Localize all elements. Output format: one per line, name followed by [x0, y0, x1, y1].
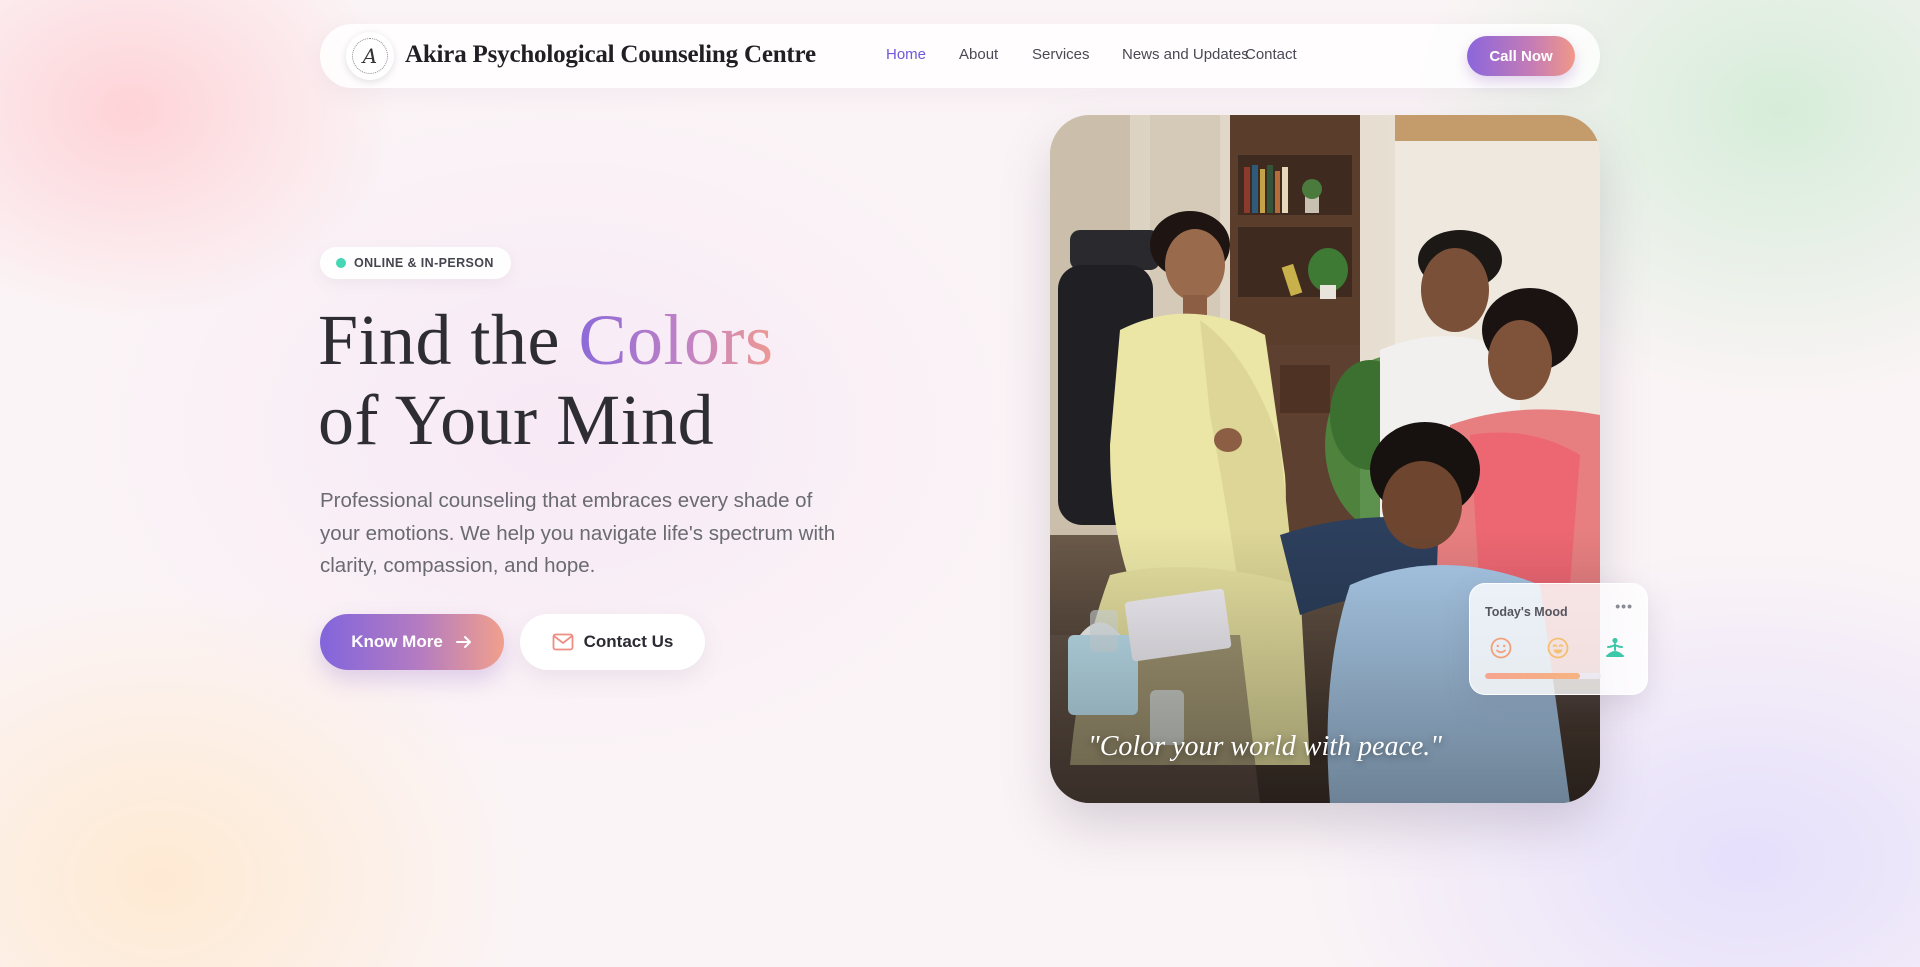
know-more-label: Know More [351, 632, 443, 651]
headline-accent: Colors [578, 300, 774, 380]
logo[interactable]: A [346, 32, 394, 80]
headline-part1: Find the [318, 300, 579, 380]
brand-name[interactable]: Akira Psychological Counseling Centre [405, 41, 816, 69]
nav-link-home[interactable]: Home [886, 46, 926, 63]
know-more-button[interactable]: Know More [320, 614, 504, 670]
photo-quote: "Color your world with peace." [1088, 731, 1443, 762]
more-options-icon[interactable]: ••• [1615, 598, 1633, 614]
contact-us-button[interactable]: Contact Us [520, 614, 705, 670]
service-badge-label: ONLINE & IN-PERSON [354, 256, 494, 270]
mood-widget-title: Today's Mood [1485, 605, 1568, 619]
nav-link-contact[interactable]: Contact [1245, 46, 1297, 63]
mood-level-fill [1485, 673, 1581, 679]
grin-icon[interactable] [1546, 636, 1570, 660]
hero-headline: Find the Colors of Your Mind [318, 300, 774, 460]
nav-link-news[interactable]: News and Updates [1122, 46, 1249, 63]
contact-us-label: Contact Us [583, 632, 674, 651]
call-now-button[interactable]: Call Now [1467, 36, 1575, 76]
status-dot-icon [336, 258, 346, 268]
mood-level-bar [1485, 673, 1601, 679]
arrow-right-icon [455, 636, 471, 648]
nav-link-services[interactable]: Services [1032, 46, 1090, 63]
nav-link-about[interactable]: About [959, 46, 998, 63]
counseling-session-illustration [1050, 115, 1600, 803]
service-badge: ONLINE & IN-PERSON [320, 247, 511, 279]
mail-icon [552, 633, 574, 651]
hero-photo: "Color your world with peace." [1050, 115, 1600, 803]
meditation-icon[interactable] [1603, 636, 1627, 660]
logo-icon: A [352, 38, 388, 74]
headline-part2: of Your Mind [318, 380, 715, 460]
smile-icon[interactable] [1489, 636, 1513, 660]
top-navigation: A Akira Psychological Counseling Centre … [320, 24, 1600, 88]
hero-description: Professional counseling that embraces ev… [320, 489, 836, 577]
mood-widget: Today's Mood ••• [1469, 583, 1648, 695]
